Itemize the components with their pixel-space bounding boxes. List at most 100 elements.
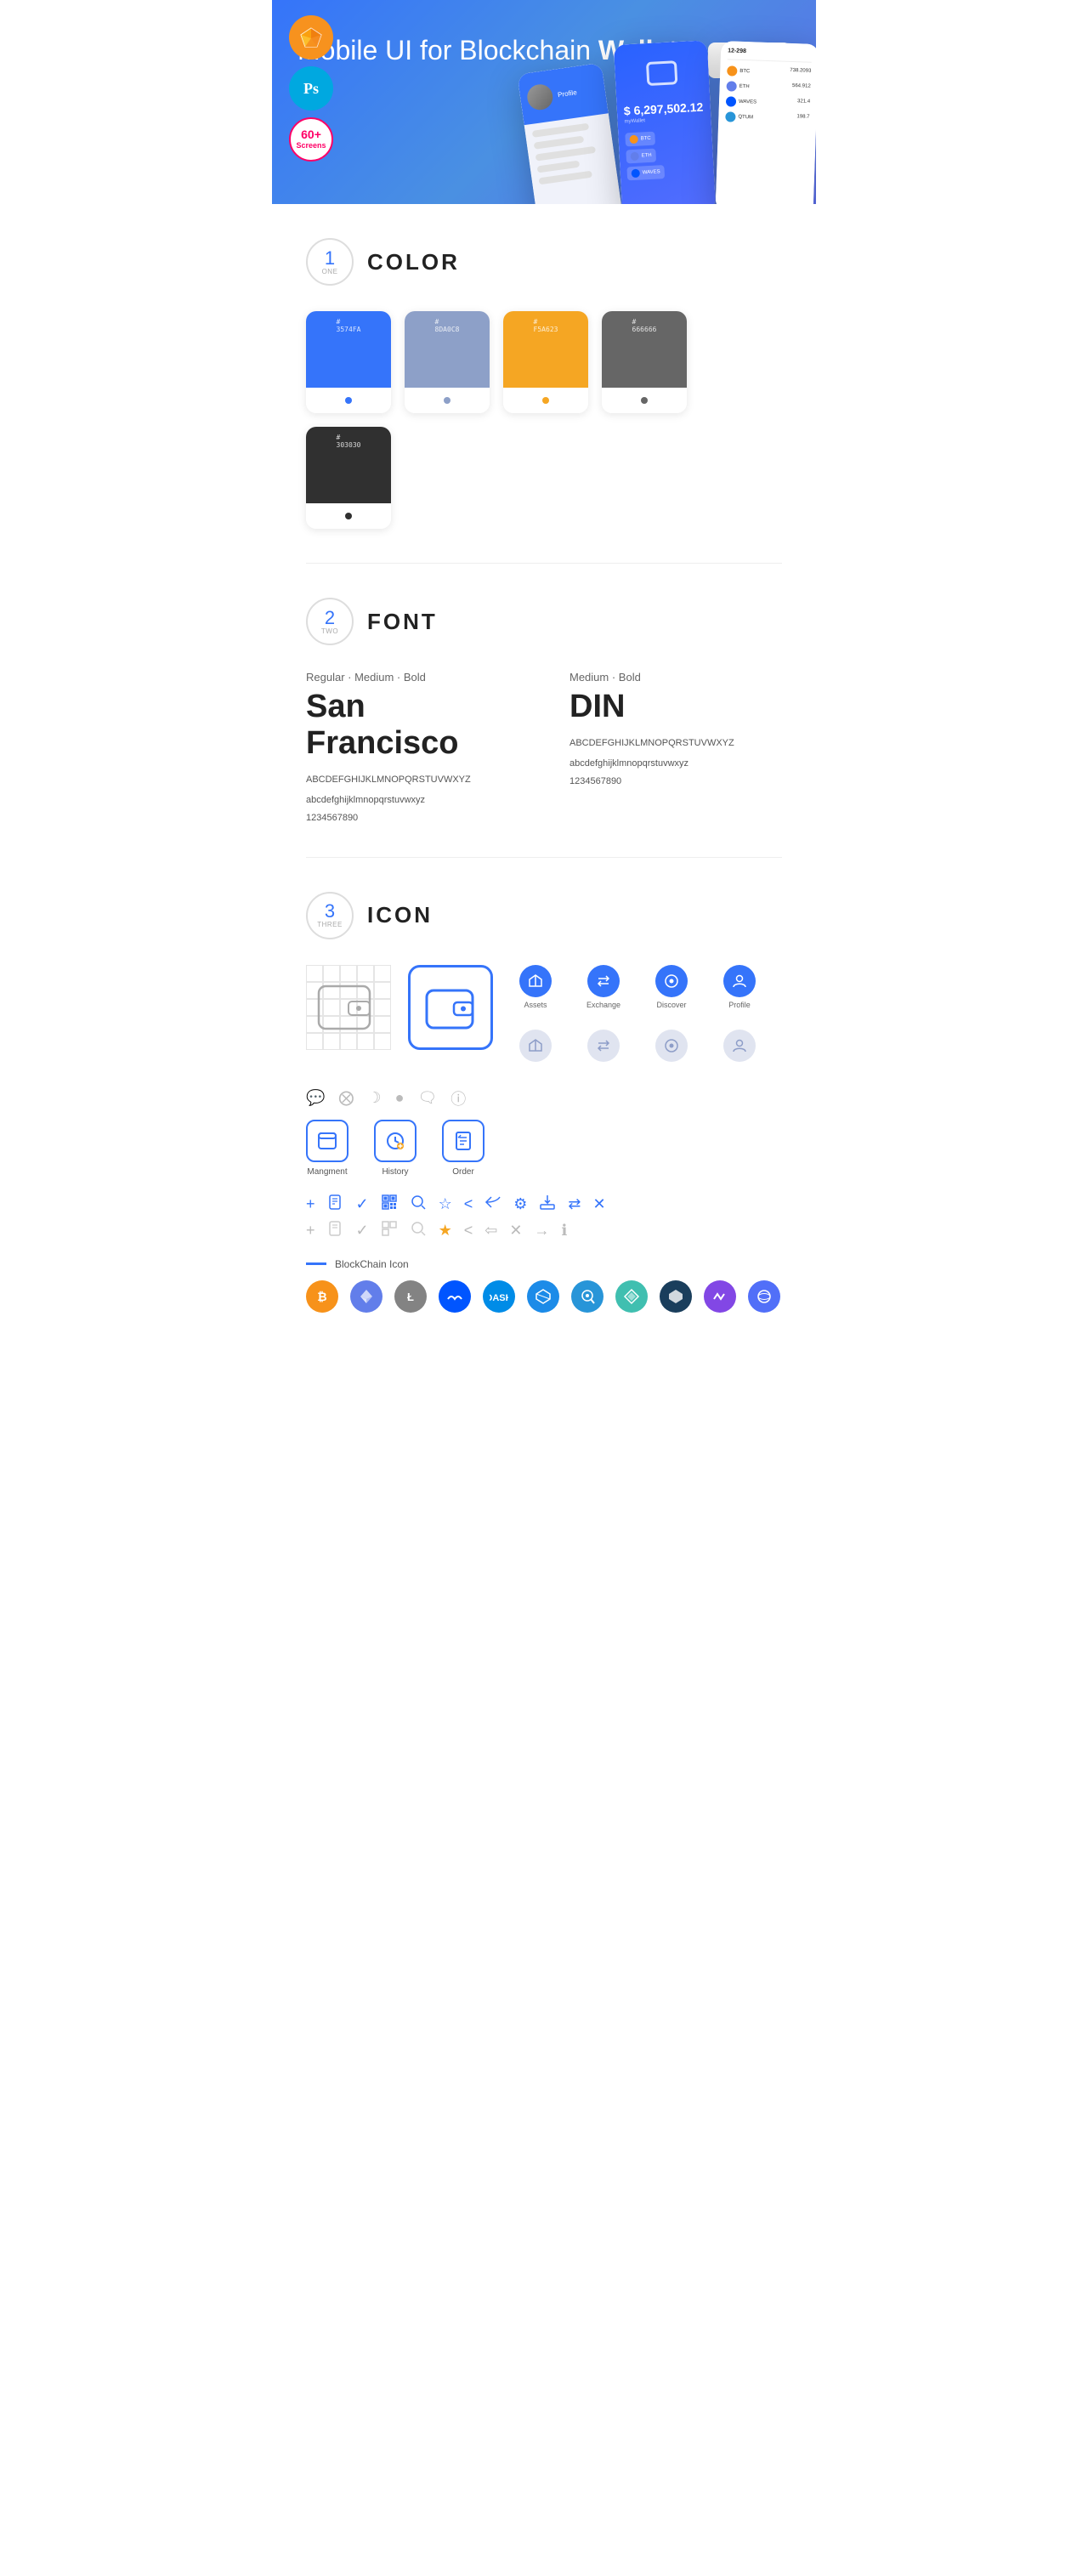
font-sf: Regular · Medium · Bold San Francisco AB… [306,671,518,823]
check-icon-gray: ✓ [356,1222,369,1240]
svg-text:DASH: DASH [490,1293,508,1303]
font-title: FONT [367,609,438,635]
assets-icon-gray [528,1038,543,1053]
share-icon-gray: ⇦ [484,1222,497,1240]
qtum-icon [571,1280,604,1313]
color-swatches: #3574FA #8DA0C8 #F5A623 [306,311,782,529]
hero-badges: Ps 60+ Screens [289,15,333,162]
discover-icon [664,973,679,989]
layers-icon: ⨂ [338,1089,354,1107]
matic-icon [704,1280,736,1313]
forward-icon-gray: → [534,1222,549,1240]
sf-numbers: 1234567890 [306,813,518,823]
discover-label: Discover [656,1001,686,1009]
color-swatch-grayblue: #8DA0C8 [405,311,490,413]
profile-icon-gray [732,1038,747,1053]
wallet-outline-icon [314,978,382,1037]
share-icon [484,1194,502,1215]
color-title: COLOR [367,249,460,275]
history-label: History [382,1167,408,1177]
svg-text:Ł: Ł [407,1291,414,1303]
small-icons-row-blue: + ✓ ☆ < ⚙ ⇄ ✕ [306,1194,782,1215]
nav-exchange-gray [578,1030,629,1062]
management-icon-box [306,1120,348,1162]
plus-icon-gray: + [306,1222,315,1240]
font-din: Medium · Bold DIN ABCDEFGHIJKLMNOPQRSTUV… [570,671,782,823]
gnt-icon [615,1280,648,1313]
qr-icon [381,1194,398,1215]
nav-assets-blue: Assets [510,965,561,1009]
document-edit-icon-gray [327,1220,344,1241]
sf-lower: abcdefghijklmnopqrstuvwxyz [306,792,518,809]
profile-label: Profile [728,1001,751,1009]
assets-icon [528,973,543,989]
small-icons-row-gray: + ✓ ★ < ⇦ ✕ → ℹ [306,1220,782,1241]
ltc-icon: Ł [394,1280,427,1313]
crypto-icons-row: ₿ Ł DASH [306,1280,782,1313]
chevron-left-icon-gray: < [464,1222,473,1240]
app-icons-row: Mangment History [306,1120,782,1177]
din-name: DIN [570,689,782,725]
message-icon: 🗨 [417,1089,437,1107]
btc-icon: ₿ [306,1280,338,1313]
phone-screen-crypto: 12-298 BTC 738.2093 ETH 564.912 [716,41,816,204]
icon-number: 3 THREE [306,892,354,939]
phone-screen-sidebar: Profile [517,63,622,204]
wallet-colored-icon [408,965,493,1050]
font-grid: Regular · Medium · Bold San Francisco AB… [306,671,782,823]
history-icon-svg [385,1131,405,1151]
nav-profile-blue: Profile [714,965,765,1009]
search-icon-gray [410,1220,427,1241]
sf-weights: Regular · Medium · Bold [306,671,518,684]
color-swatch-blue: #3574FA [306,311,391,413]
nav-exchange-blue: Exchange [578,965,629,1009]
din-lower: abcdefghijklmnopqrstuvwxyz [570,756,782,773]
circle-icon: ● [395,1089,405,1107]
qr-icon-gray [381,1220,398,1241]
phone-mockup-2: $ 6,297,502.12 myWallet BTC ETH [614,40,716,204]
icon-nav-row-blue: Assets Exchange [510,965,765,1009]
management-label: Mangment [307,1167,347,1177]
upload-icon [539,1194,556,1215]
icon-display-area: Assets Exchange [306,965,782,1062]
history-icon-box [374,1120,416,1162]
info-icon: ⓘ [450,1087,466,1109]
close-icon: ✕ [593,1195,606,1213]
sketch-icon [299,26,323,48]
document-edit-icon [327,1194,344,1215]
exchange-icon-gray [596,1038,611,1053]
assets-label: Assets [524,1001,547,1009]
zel-icon [527,1280,559,1313]
icon-title: ICON [367,902,433,928]
color-section: 1 ONE COLOR #3574FA #8DA0C8 #F5A6 [272,204,816,563]
chevron-left-icon: < [464,1195,473,1213]
small-icons-row-top: 💬 ⨂ ☽ ● 🗨 ⓘ [306,1087,782,1109]
profile-icon [732,973,747,989]
sf-upper: ABCDEFGHIJKLMNOPQRSTUVWXYZ [306,772,518,789]
order-icon-svg [453,1131,473,1151]
color-number: 1 ONE [306,238,354,286]
x-icon-gray: ✕ [509,1222,522,1240]
ps-badge: Ps [289,66,333,111]
wallet-icon-svg [425,985,476,1030]
din-weights: Medium · Bold [570,671,782,684]
phone-mockup-3: 12-298 BTC 738.2093 ETH 564.912 [716,41,816,204]
sketch-badge [289,15,333,60]
eth-icon [350,1280,382,1313]
nav-discover-gray [646,1030,697,1062]
blockchain-label-row: BlockChain Icon [306,1258,782,1270]
waves-icon [439,1280,471,1313]
check-icon: ✓ [356,1195,369,1213]
screens-badge: 60+ Screens [289,117,333,162]
color-swatch-gray: #666666 [602,311,687,413]
sf-name: San Francisco [306,689,518,762]
order-icon-box [442,1120,484,1162]
color-swatch-dark: #303030 [306,427,391,529]
font-number: 2 TWO [306,598,354,645]
order-label: Order [452,1167,474,1177]
settings-icon: ⚙ [513,1195,527,1213]
phone-mockup-1: Profile [517,63,622,204]
phone-mockups: Profile $ 6,297,502.12 myWallet [526,43,816,204]
icon-section-header: 3 THREE ICON [306,892,782,939]
ps-label: Ps [303,80,319,98]
